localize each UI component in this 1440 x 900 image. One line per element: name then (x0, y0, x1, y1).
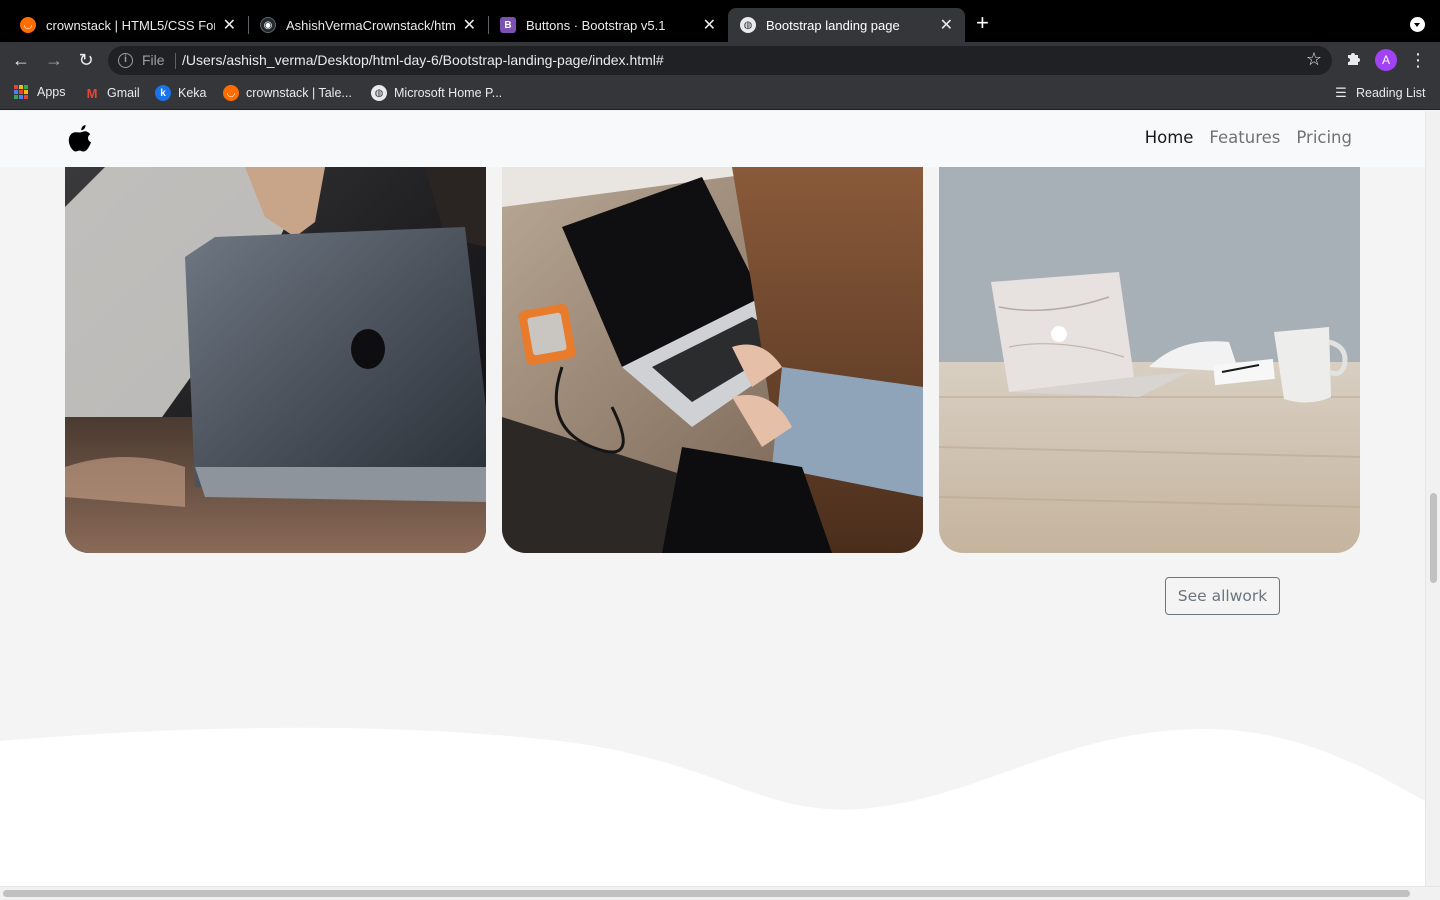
bookmark-label: Keka (178, 86, 207, 100)
bookmark-apps[interactable]: Apps (14, 85, 66, 99)
nav-link-home[interactable]: Home (1145, 128, 1194, 147)
bookmark-label: crownstack | Tale... (246, 86, 352, 100)
reload-icon[interactable]: ↻ (75, 49, 97, 71)
extensions-icon[interactable] (1343, 49, 1365, 71)
profile-avatar[interactable]: A (1375, 49, 1397, 71)
gallery-photo-1 (65, 167, 486, 553)
reading-list-icon: ☰ (1335, 85, 1347, 100)
marble-laptop-on-table-photo (939, 167, 1360, 553)
close-icon[interactable]: ✕ (703, 15, 716, 35)
page-viewport: Home Features Pricing See allwork (0, 111, 1425, 886)
bookmark-crownstack[interactable]: ◡ crownstack | Tale... (223, 85, 352, 101)
tab-title: AshishVermaCrownstack/html- (286, 17, 455, 33)
bookmark-label: Gmail (107, 86, 140, 100)
bookmarks-bar: Apps M Gmail k Keka ◡ crownstack | Tale.… (0, 78, 1440, 110)
github-icon: ◉ (260, 17, 276, 33)
bookmark-label: Microsoft Home P... (394, 86, 503, 100)
info-icon[interactable]: i (118, 53, 133, 68)
browser-tab[interactable]: ◉ AshishVermaCrownstack/html- ✕ (248, 8, 488, 42)
scheme-label: File (142, 52, 165, 68)
new-tab-icon[interactable]: + (976, 12, 989, 34)
horizontal-scroll-thumb[interactable] (3, 890, 1410, 897)
address-separator (175, 53, 176, 69)
vertical-scroll-thumb[interactable] (1430, 493, 1437, 583)
crownstack-icon: ◡ (223, 85, 239, 101)
menu-kebab-icon[interactable]: ⋮ (1407, 49, 1429, 71)
apple-logo-icon[interactable] (66, 124, 94, 159)
man-with-macbook-photo (65, 167, 486, 553)
tab-title: Buttons · Bootstrap v5.1 (526, 17, 666, 33)
site-navbar: Home Features Pricing (0, 111, 1425, 167)
globe-icon: ◍ (740, 17, 756, 33)
browser-tab-active[interactable]: ◍ Bootstrap landing page ✕ (728, 8, 965, 42)
url-text[interactable]: /Users/ashish_verma/Desktop/html-day-6/B… (182, 52, 664, 68)
nav-link-pricing[interactable]: Pricing (1296, 128, 1352, 147)
forward-icon[interactable]: → (43, 49, 65, 71)
bookmark-gmail[interactable]: M Gmail (84, 85, 140, 101)
tab-title: Bootstrap landing page (766, 17, 900, 33)
woman-typing-laptop-photo (502, 167, 923, 553)
reading-list[interactable]: ☰ Reading List (1333, 85, 1426, 101)
globe-icon: ◍ (371, 85, 387, 101)
gallery-photo-2 (502, 167, 923, 553)
tab-strip: ◡ crownstack | HTML5/CSS For b ✕ ◉ Ashis… (0, 0, 1440, 42)
tab-search-icon[interactable] (1410, 17, 1425, 32)
keka-icon: k (155, 85, 171, 101)
bookmark-label: Apps (37, 85, 66, 99)
reading-list-label: Reading List (1356, 86, 1426, 100)
crownstack-icon: ◡ (20, 17, 36, 33)
bookmark-microsoft[interactable]: ◍ Microsoft Home P... (371, 85, 502, 101)
bookmark-keka[interactable]: k Keka (155, 85, 207, 101)
browser-tab[interactable]: B Buttons · Bootstrap v5.1 ✕ (488, 8, 728, 42)
tab-title: crownstack | HTML5/CSS For b (46, 17, 215, 33)
gallery-photo-3 (939, 167, 1360, 553)
close-icon[interactable]: ✕ (223, 15, 236, 35)
see-all-work-button[interactable]: See allwork (1165, 577, 1280, 615)
horizontal-scrollbar[interactable] (0, 886, 1440, 900)
close-icon[interactable]: ✕ (463, 15, 476, 35)
bootstrap-icon: B (500, 17, 516, 33)
browser-toolbar: ← → ↻ i File /Users/ashish_verma/Desktop… (0, 42, 1440, 78)
close-icon[interactable]: ✕ (940, 15, 953, 35)
vertical-scrollbar[interactable] (1425, 111, 1440, 886)
apps-grid-icon (14, 85, 28, 99)
nav-link-features[interactable]: Features (1209, 128, 1280, 147)
nav-links: Home Features Pricing (1145, 128, 1352, 147)
gmail-icon: M (86, 85, 98, 101)
bookmark-star-icon[interactable]: ☆ (1306, 49, 1322, 70)
back-icon[interactable]: ← (10, 49, 32, 71)
wave-divider (0, 727, 1425, 886)
browser-tab[interactable]: ◡ crownstack | HTML5/CSS For b ✕ (8, 8, 248, 42)
address-bar[interactable]: i File /Users/ashish_verma/Desktop/html-… (108, 46, 1332, 75)
